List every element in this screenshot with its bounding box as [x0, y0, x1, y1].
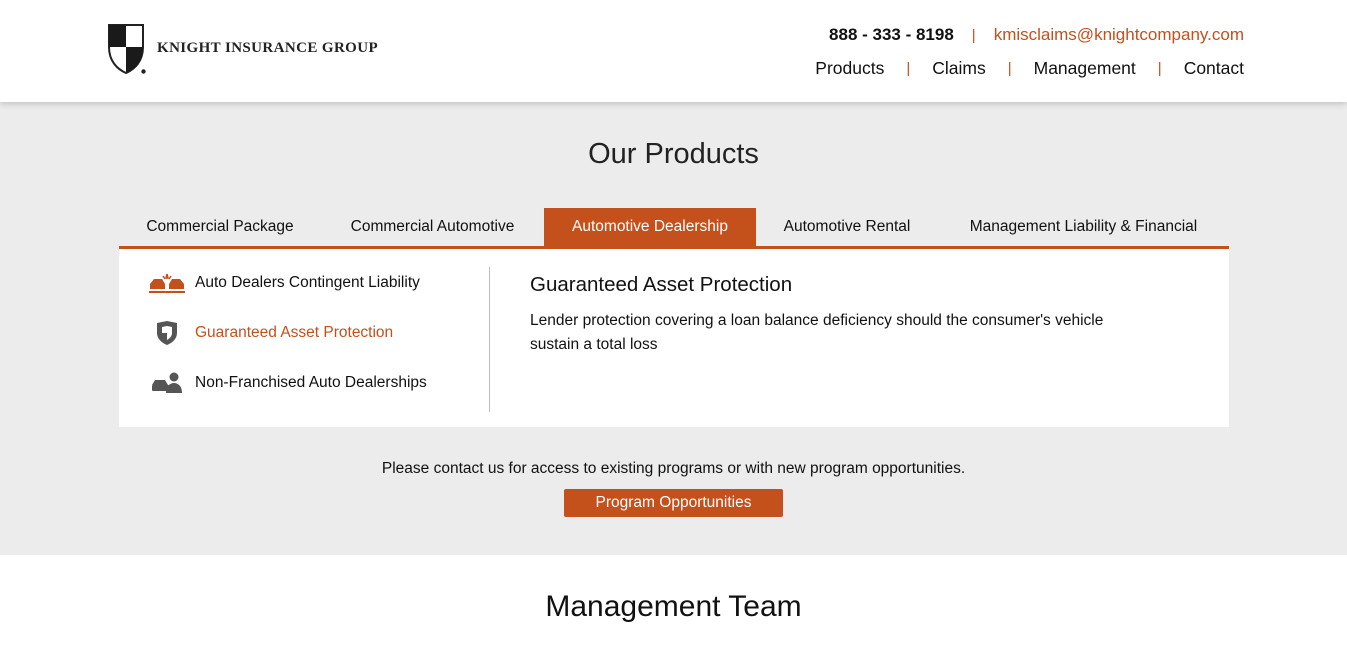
car-crash-icon: [147, 270, 187, 296]
tab-panel: Auto Dealers Contingent Liability Guaran…: [119, 249, 1229, 427]
car-person-icon: [147, 370, 187, 396]
shield-logo-icon: [108, 24, 146, 75]
separator: |: [971, 26, 976, 44]
detail-title: Guaranteed Asset Protection: [530, 273, 793, 296]
header-contact: 888 - 333 - 8198 | kmisclaims@knightcomp…: [829, 25, 1244, 45]
program-opportunities-button[interactable]: Program Opportunities: [564, 489, 783, 517]
product-label: Guaranteed Asset Protection: [195, 324, 394, 341]
brand-logo[interactable]: KNIGHT INSURANCE GROUP: [107, 23, 378, 75]
separator: |: [1157, 60, 1162, 77]
product-auto-dealers-contingent-liability[interactable]: Auto Dealers Contingent Liability: [147, 270, 427, 296]
separator: |: [1007, 60, 1012, 77]
contact-prompt: Please contact us for access to existing…: [381, 460, 966, 477]
brand-name: KNIGHT INSURANCE GROUP: [157, 39, 379, 56]
site-header: KNIGHT INSURANCE GROUP 888 - 333 - 8198 …: [0, 0, 1347, 102]
product-label: Non-Franchised Auto Dealerships: [195, 374, 427, 391]
nav-management[interactable]: Management: [1034, 58, 1136, 79]
separator: |: [906, 60, 911, 77]
tab-commercial-automotive[interactable]: Commercial Automotive: [321, 208, 544, 246]
nav-contact[interactable]: Contact: [1184, 58, 1244, 79]
panel-divider: [489, 267, 490, 412]
phone-number[interactable]: 888 - 333 - 8198: [829, 25, 954, 45]
claims-email-link[interactable]: kmisclaims@knightcompany.com: [994, 25, 1244, 45]
product-tabs: Commercial Package Commercial Automotive…: [119, 208, 1229, 249]
product-non-franchised-auto-dealerships[interactable]: Non-Franchised Auto Dealerships: [147, 370, 427, 396]
tab-automotive-dealership[interactable]: Automotive Dealership: [544, 208, 756, 246]
tab-management-liability[interactable]: Management Liability & Financial: [938, 208, 1229, 246]
product-list: Auto Dealers Contingent Liability Guaran…: [147, 270, 427, 420]
tab-automotive-rental[interactable]: Automotive Rental: [756, 208, 938, 246]
main-nav: Products | Claims | Management | Contact: [815, 58, 1244, 79]
nav-claims[interactable]: Claims: [932, 58, 985, 79]
product-guaranteed-asset-protection[interactable]: Guaranteed Asset Protection: [147, 320, 427, 346]
management-title: Management Team: [545, 590, 802, 623]
detail-description: Lender protection covering a loan balanc…: [530, 312, 1104, 353]
product-label: Auto Dealers Contingent Liability: [195, 274, 420, 291]
nav-products[interactable]: Products: [815, 58, 884, 79]
products-section: Our Products Commercial Package Commerci…: [0, 102, 1347, 555]
products-title: Our Products: [588, 138, 759, 170]
product-detail: Guaranteed Asset Protection Lender prote…: [530, 273, 1130, 357]
shield-icon: [147, 320, 187, 346]
tab-commercial-package[interactable]: Commercial Package: [119, 208, 321, 246]
